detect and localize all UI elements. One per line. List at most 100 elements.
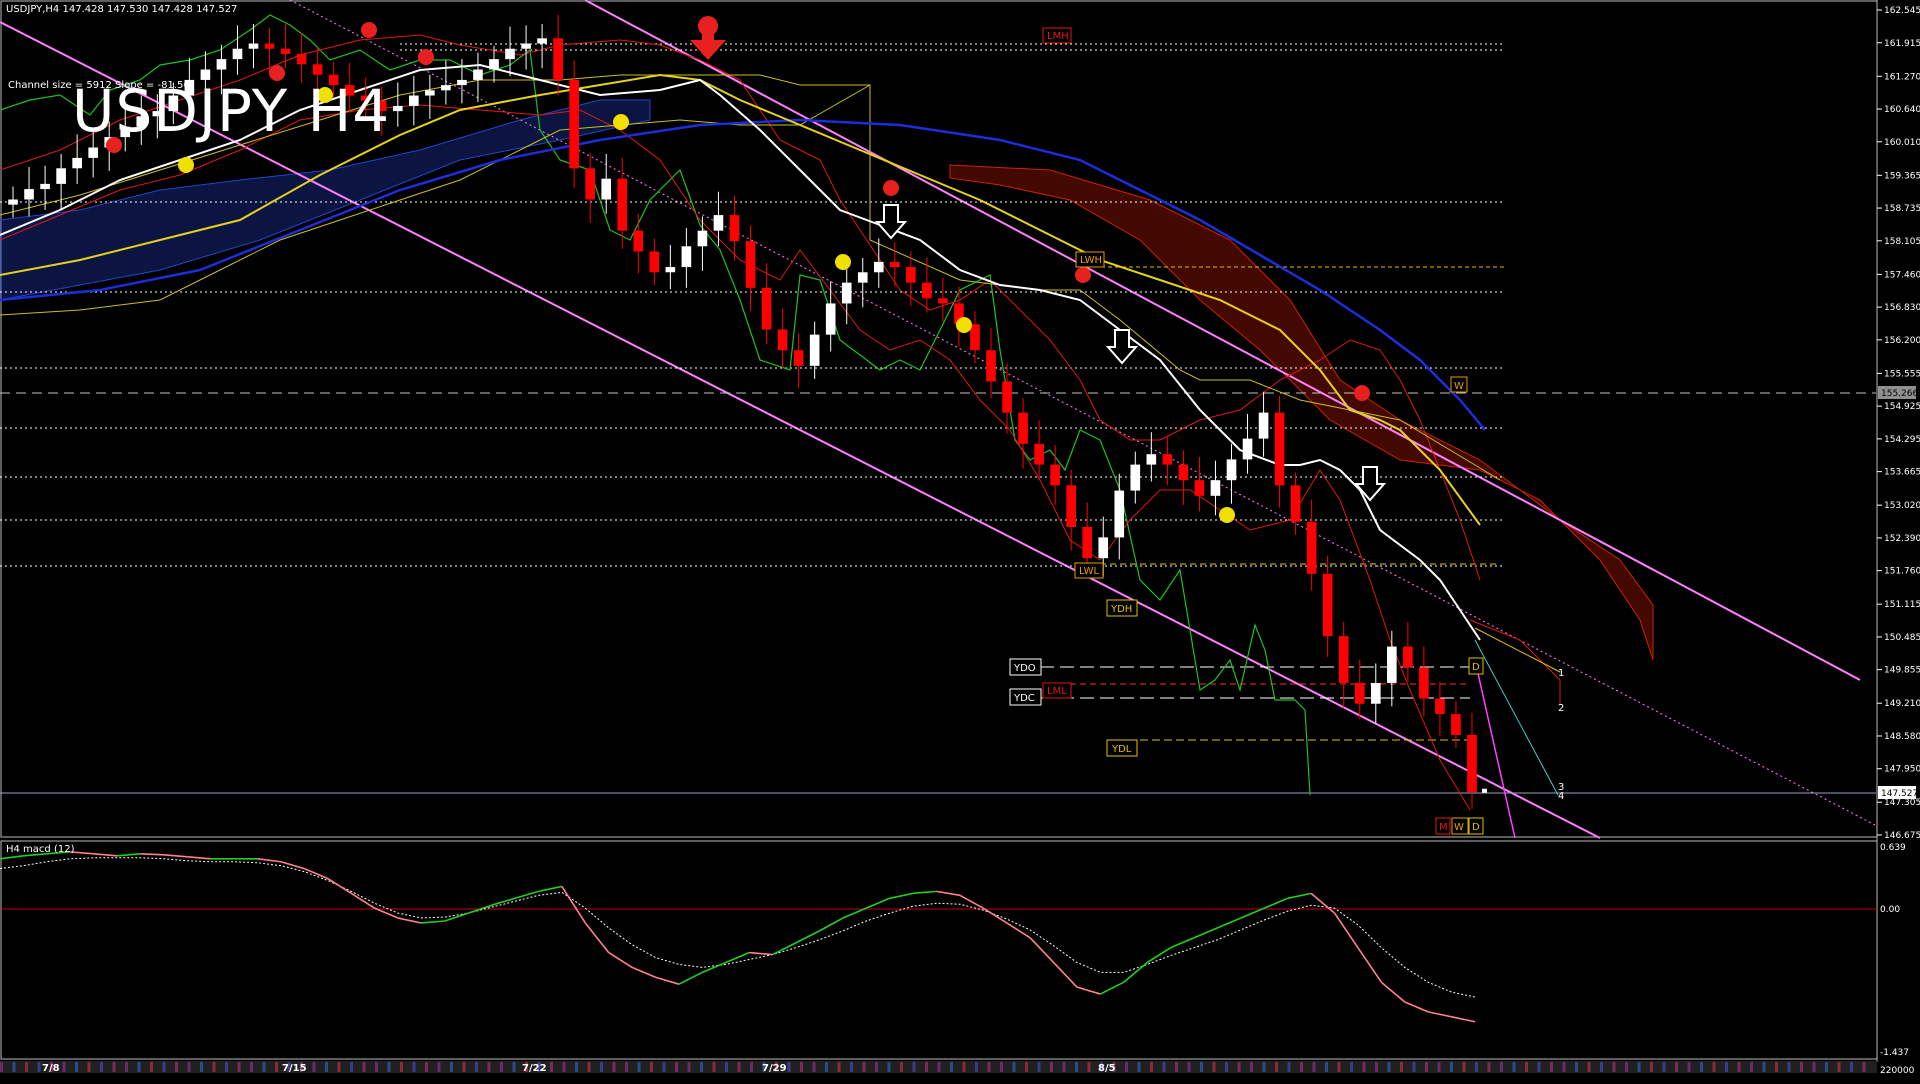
time-label: 7/29 xyxy=(762,1063,787,1074)
time-stripe xyxy=(137,1062,141,1072)
label-ydl: YDL xyxy=(1111,744,1132,755)
candle-bear xyxy=(1419,667,1429,699)
time-stripe xyxy=(937,1062,941,1072)
candle-bear xyxy=(264,43,275,49)
candle-bull xyxy=(841,282,852,304)
time-stripe xyxy=(825,1062,828,1072)
time-stripe xyxy=(1575,1062,1578,1072)
candle-bull xyxy=(1114,490,1125,538)
time-stripe xyxy=(1637,1062,1641,1072)
price-tag-155-text: 155.266 xyxy=(1881,389,1918,399)
label-ydh: YDH xyxy=(1110,604,1132,615)
candle-bear xyxy=(922,282,932,299)
time-stripe xyxy=(812,1062,816,1072)
candle-bear xyxy=(1082,526,1093,559)
time-stripe xyxy=(475,1062,478,1072)
time-stripe xyxy=(562,1062,566,1072)
time-stripe xyxy=(1337,1062,1341,1072)
macd-label: H4 macd (12) xyxy=(6,844,75,855)
price-tick-label: 154.295 xyxy=(1884,435,1920,445)
candle-bear xyxy=(986,350,996,382)
time-stripe xyxy=(1262,1062,1266,1072)
time-stripe xyxy=(800,1062,803,1072)
price-tick-label: 160.010 xyxy=(1884,138,1920,148)
candle-bull xyxy=(521,43,531,49)
time-stripe xyxy=(1650,1062,1653,1072)
time-stripe xyxy=(1137,1062,1141,1072)
candle-bull xyxy=(8,199,18,205)
candle-bull xyxy=(1098,537,1109,559)
time-stripe xyxy=(1725,1062,1728,1072)
candle-bull xyxy=(473,69,483,80)
candle-bear xyxy=(1162,454,1173,465)
candle-bull xyxy=(505,48,515,60)
price-tick-label: 146.675 xyxy=(1884,831,1920,841)
candle-bull xyxy=(392,105,403,112)
time-stripe xyxy=(1750,1062,1753,1072)
time-stripe xyxy=(1775,1062,1778,1072)
label-m: M xyxy=(1439,822,1448,833)
time-stripe xyxy=(1675,1062,1678,1072)
time-stripe xyxy=(1300,1062,1303,1072)
time-stripe xyxy=(25,1062,28,1072)
chart-canvas[interactable]: LMH LWH LWL YDH YDO YDC LML YDL W D M W … xyxy=(0,0,1920,1080)
time-stripe xyxy=(975,1062,978,1072)
proj-label-4: 4 xyxy=(1558,791,1564,802)
macd-axis-top: 0.639 xyxy=(1880,843,1906,853)
time-label: 7/8 xyxy=(42,1063,60,1074)
candle-bull xyxy=(1130,464,1141,491)
candle-bear xyxy=(745,241,756,288)
time-stripe xyxy=(625,1062,628,1072)
candle-bear xyxy=(585,168,595,200)
proj-label-2: 2 xyxy=(1558,703,1564,714)
candle-bull xyxy=(425,90,435,96)
price-tick-label: 156.200 xyxy=(1884,336,1920,346)
big-title: USDJPY H4 xyxy=(72,77,391,145)
time-stripe xyxy=(500,1062,503,1072)
time-stripe xyxy=(1837,1062,1841,1072)
candle-bull xyxy=(601,178,612,200)
candle-bear xyxy=(633,230,644,252)
time-stripe xyxy=(1225,1062,1228,1072)
label-lmh: LMH xyxy=(1047,31,1069,42)
time-stripe xyxy=(925,1062,928,1072)
time-stripe xyxy=(887,1062,891,1072)
candle-bear xyxy=(649,251,660,273)
time-stripe xyxy=(1325,1062,1328,1072)
time-stripe xyxy=(1387,1062,1391,1072)
candle-bull xyxy=(232,48,243,60)
time-stripe xyxy=(700,1062,703,1072)
time-stripe xyxy=(750,1062,753,1072)
price-tick-label: 161.915 xyxy=(1884,39,1920,49)
label-ydc: YDC xyxy=(1013,693,1035,704)
candle-bear xyxy=(1194,480,1205,496)
time-stripe xyxy=(1037,1062,1041,1072)
candle-bear xyxy=(1467,734,1477,793)
candle-bull xyxy=(873,261,884,273)
time-stripe xyxy=(987,1062,991,1072)
time-stripe xyxy=(1487,1062,1491,1072)
price-tick-label: 160.640 xyxy=(1884,105,1920,115)
time-stripe xyxy=(1150,1062,1153,1072)
price-tick-label: 152.390 xyxy=(1884,534,1920,544)
candle-bear xyxy=(1322,573,1333,637)
time-stripe xyxy=(1512,1062,1516,1072)
candle-bull xyxy=(248,43,259,49)
candle-bear xyxy=(729,215,740,242)
candle-bull xyxy=(681,246,692,268)
time-stripe xyxy=(1862,1062,1866,1072)
candle-bear xyxy=(777,329,788,351)
time-stripe xyxy=(1350,1062,1353,1072)
time-stripe xyxy=(175,1062,178,1072)
time-stripe xyxy=(1687,1062,1691,1072)
time-stripe xyxy=(1287,1062,1291,1072)
candle-bear xyxy=(1290,485,1301,522)
candle-bull xyxy=(1387,646,1397,683)
time-stripe xyxy=(325,1062,328,1072)
candle-bear xyxy=(1338,636,1349,683)
time-stripe xyxy=(1850,1062,1853,1072)
time-stripe xyxy=(900,1062,903,1072)
time-stripe xyxy=(1400,1062,1403,1072)
time-stripe xyxy=(1275,1062,1278,1072)
time-stripe xyxy=(1537,1062,1541,1072)
